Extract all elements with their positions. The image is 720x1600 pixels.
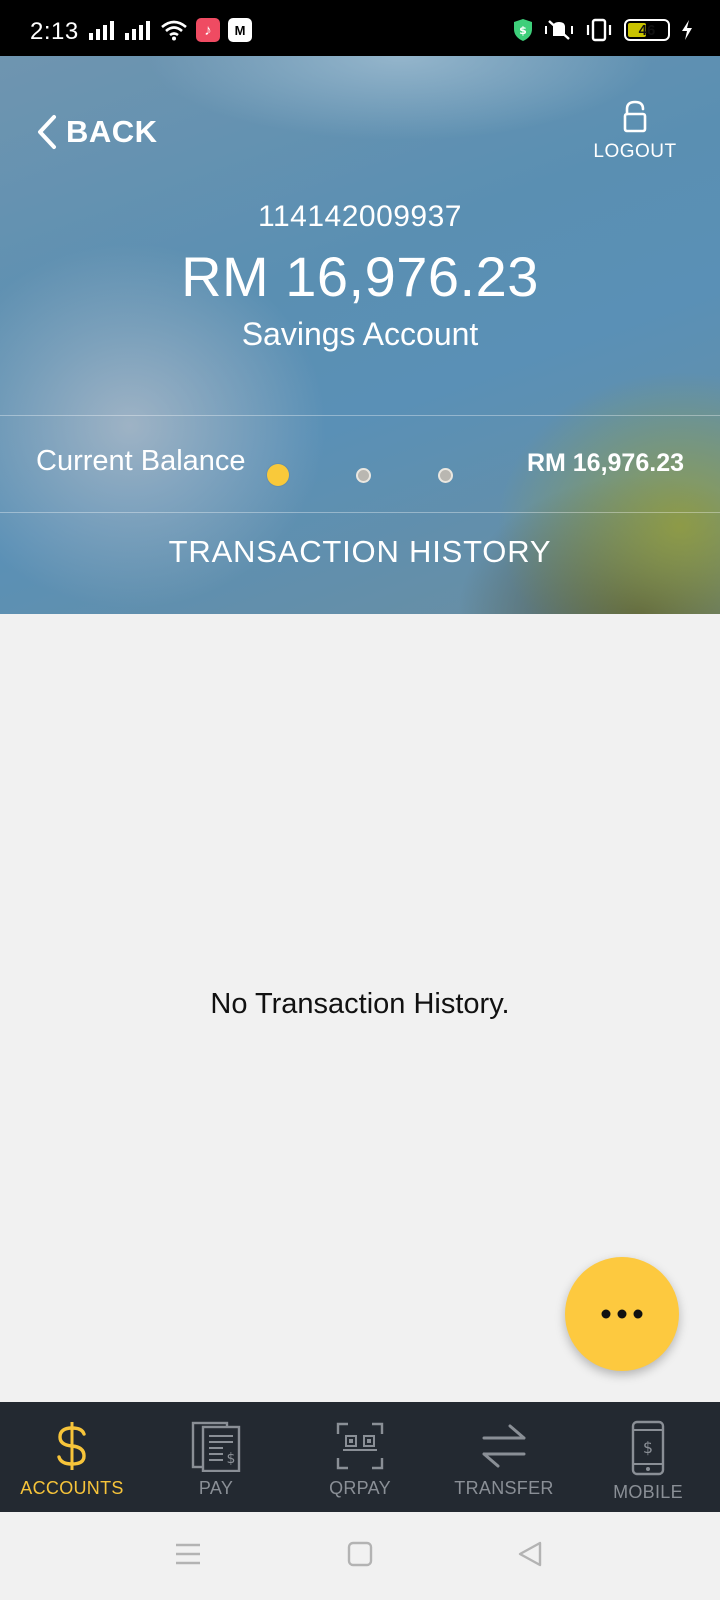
bill-icon: $	[191, 1421, 241, 1472]
account-number: 114142009937	[258, 200, 462, 233]
carousel-dot-3[interactable]	[438, 468, 453, 483]
qr-scan-icon	[336, 1422, 384, 1470]
cell-signal-icon	[89, 21, 114, 40]
account-type: Savings Account	[241, 316, 479, 352]
nav-label-transfer: TRANSFER	[454, 1478, 554, 1498]
divider-top	[0, 415, 720, 416]
home-button-icon[interactable]	[346, 1540, 374, 1568]
status-right-icons: $ 46	[512, 18, 694, 42]
unlock-icon	[623, 100, 647, 133]
wifi-icon	[161, 20, 187, 41]
dollar-icon	[57, 1422, 86, 1470]
svg-text:$: $	[643, 1438, 653, 1457]
chevron-left-icon	[38, 115, 56, 149]
status-bar: 2:13 ♪ M $ 46	[0, 0, 720, 56]
vibrate-icon	[586, 18, 612, 42]
empty-state-message: No Transaction History.	[210, 988, 510, 1020]
back-label: BACK	[66, 114, 158, 149]
status-left-icons: ♪ M	[88, 18, 252, 42]
music-app-icon: ♪	[196, 18, 220, 42]
status-time: 2:13	[30, 18, 79, 45]
back-button[interactable]: BACK	[36, 114, 158, 150]
system-navigation-bar	[0, 1512, 720, 1600]
current-balance-value: RM 16,976.23	[526, 449, 684, 477]
carousel-dot-2[interactable]	[356, 468, 371, 483]
current-balance-label: Current Balance	[36, 445, 246, 477]
divider-bottom	[0, 512, 720, 513]
nav-label-accounts: ACCOUNTS	[20, 1478, 124, 1498]
news-app-icon: M	[228, 18, 252, 42]
battery-icon: 46	[624, 19, 670, 41]
svg-text:$: $	[227, 1451, 236, 1467]
nav-label-pay: PAY	[198, 1478, 234, 1498]
nav-label-qrpay: QRPAY	[329, 1478, 391, 1498]
more-dots-icon	[601, 1309, 643, 1319]
transfer-arrows-icon	[482, 1424, 526, 1468]
mute-vibrate-icon	[545, 20, 573, 40]
nav-mobile[interactable]: $ MOBILE	[576, 1402, 720, 1512]
cell-signal-2-icon	[125, 21, 150, 40]
svg-text:$: $	[519, 24, 527, 37]
logout-button[interactable]: LOGOUT	[590, 100, 680, 163]
carousel-dot-1[interactable]	[267, 464, 289, 486]
more-options-button[interactable]	[565, 1257, 679, 1371]
charging-icon	[682, 20, 692, 40]
nav-pay[interactable]: $ PAY	[144, 1402, 288, 1512]
account-balance: RM 16,976.23	[181, 245, 539, 308]
nav-label-mobile: MOBILE	[613, 1482, 683, 1502]
mobile-dollar-icon: $	[631, 1420, 665, 1476]
nav-qrpay[interactable]: QRPAY	[288, 1402, 432, 1512]
logout-label: LOGOUT	[593, 141, 677, 162]
battery-level: 46	[638, 21, 656, 39]
bottom-navigation: ACCOUNTS $ PAY QRPAY TRANSFER $ MOBILE	[0, 1402, 720, 1512]
nav-accounts[interactable]: ACCOUNTS	[0, 1402, 144, 1512]
back-triangle-icon[interactable]	[516, 1540, 544, 1568]
recents-menu-icon[interactable]	[174, 1540, 202, 1568]
nav-transfer[interactable]: TRANSFER	[432, 1402, 576, 1512]
account-header: BACK LOGOUT 114142009937 RM 16,976.23 Sa…	[0, 56, 720, 614]
shield-dollar-icon: $	[514, 19, 532, 41]
tab-transaction-history[interactable]: TRANSACTION HISTORY	[0, 534, 720, 570]
